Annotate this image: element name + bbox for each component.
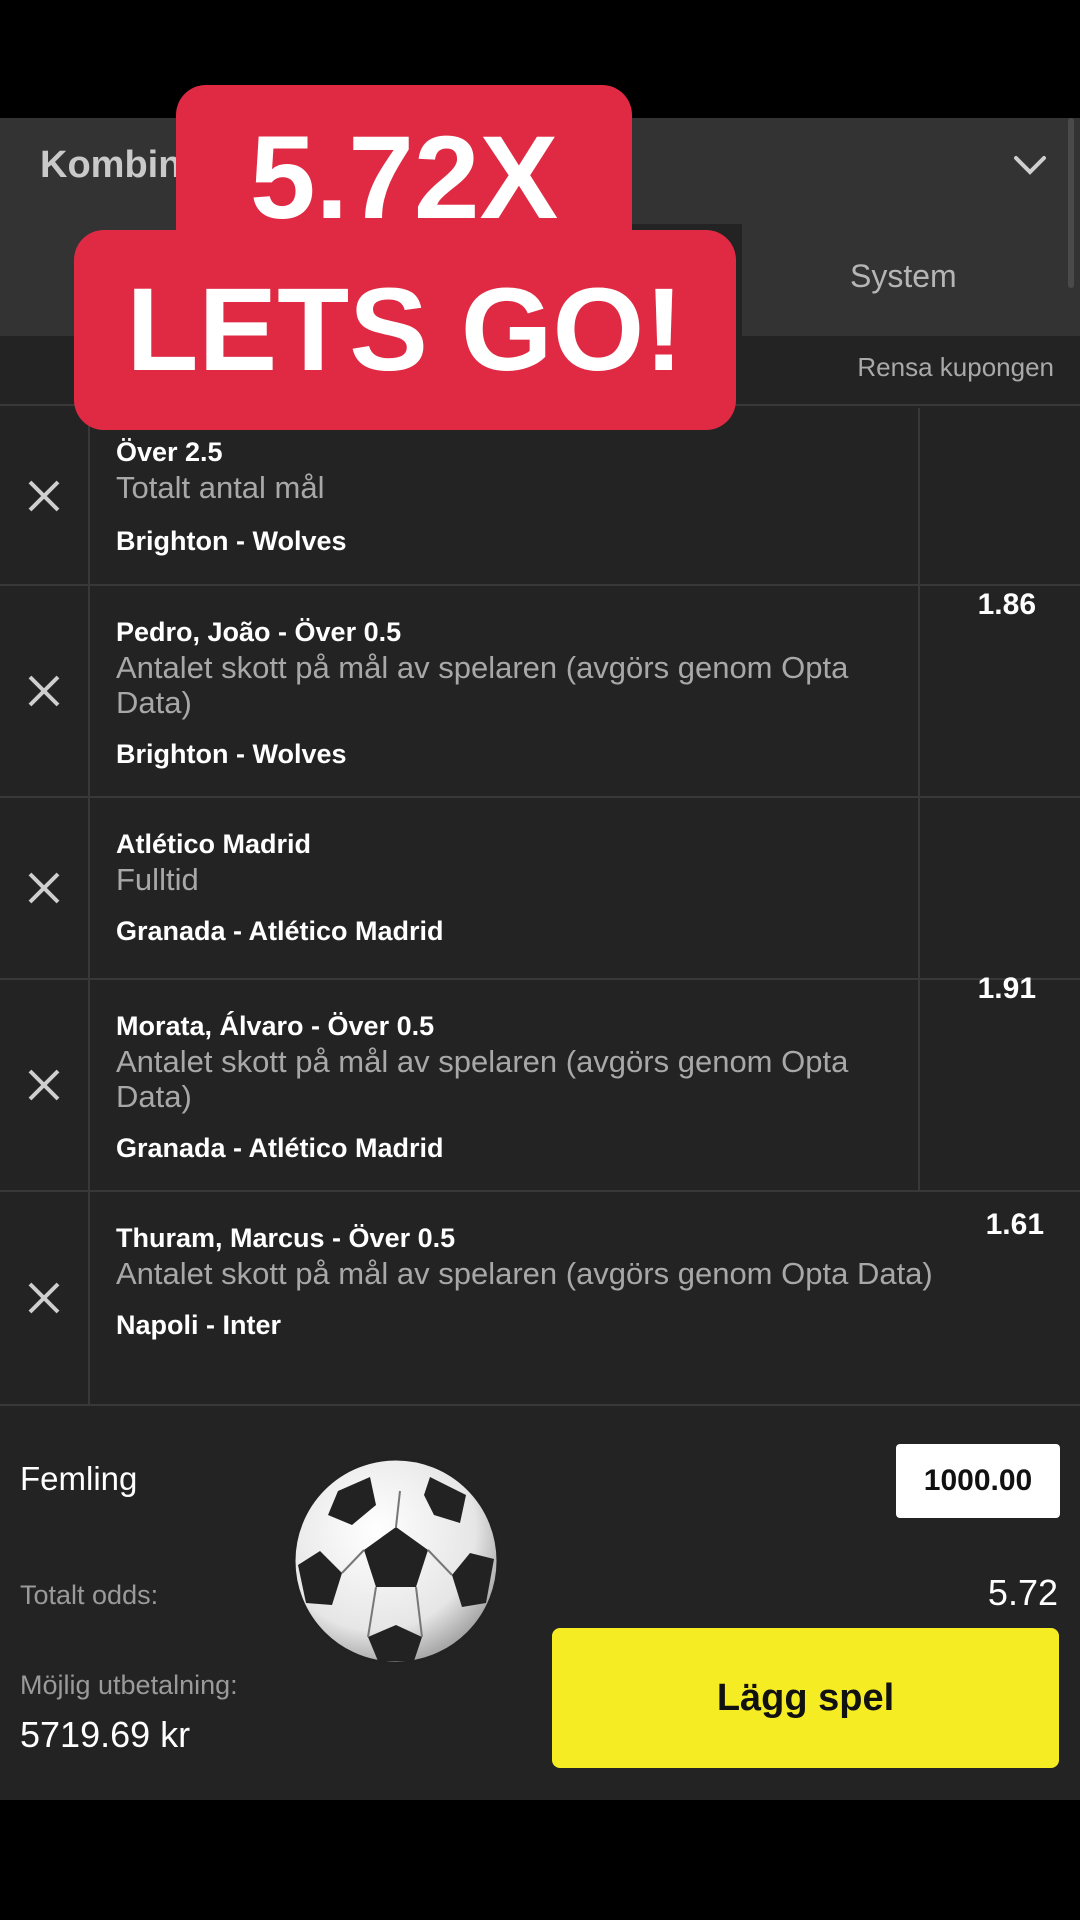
close-icon[interactable] — [24, 1065, 64, 1105]
selection-market: Antalet skott på mål av spelaren (avgörs… — [116, 650, 849, 720]
selection-title: Thuram, Marcus - Över 0.5 — [116, 1223, 456, 1253]
selection-match: Napoli - Inter — [116, 1310, 282, 1340]
selection-market: Fulltid — [116, 862, 199, 897]
bet-slip-title: Kombin — [40, 144, 182, 186]
selection-row: Pedro, João - Över 0.5 Antalet skott på … — [0, 584, 1080, 796]
stake-input[interactable]: 1000.00 — [896, 1444, 1060, 1518]
group-odds: 1.91 — [977, 972, 1036, 1005]
group-odds: 1.61 — [985, 1208, 1044, 1241]
payout-value: 5719.69 kr — [20, 1714, 191, 1755]
total-odds-label: Totalt odds: — [20, 1580, 159, 1610]
odds-group: Över 2.5 Totalt antal mål Brighton - Wol… — [0, 408, 1080, 798]
selection-row: Thuram, Marcus - Över 0.5 Antalet skott … — [0, 1192, 1080, 1404]
group-odds: 1.86 — [977, 588, 1036, 621]
selection-title: Över 2.5 — [116, 437, 223, 467]
scrollbar[interactable] — [1068, 118, 1074, 288]
caption-line-2: LETS GO! — [126, 264, 684, 396]
selection-match: Brighton - Wolves — [116, 739, 347, 769]
soccer-ball-icon — [290, 1455, 502, 1667]
odds-group: Thuram, Marcus - Över 0.5 Antalet skott … — [0, 1192, 1080, 1406]
selection-row: Över 2.5 Totalt antal mål Brighton - Wol… — [0, 408, 1080, 584]
bet-type-label: Femling — [20, 1460, 138, 1497]
selection-market: Totalt antal mål — [116, 470, 325, 505]
chevron-down-icon[interactable] — [1008, 143, 1052, 187]
clear-coupon-link[interactable]: Rensa kupongen — [857, 352, 1054, 383]
selection-title: Morata, Álvaro - Över 0.5 — [116, 1011, 435, 1041]
close-icon[interactable] — [24, 1278, 64, 1318]
caption-line-1: 5.72X — [249, 112, 559, 244]
selection-row: Morata, Álvaro - Över 0.5 Antalet skott … — [0, 978, 1080, 1190]
selection-title: Atlético Madrid — [116, 829, 312, 859]
close-icon[interactable] — [24, 671, 64, 711]
selections-list: Över 2.5 Totalt antal mål Brighton - Wol… — [0, 408, 1080, 1406]
selection-match: Brighton - Wolves — [116, 526, 347, 556]
selection-market: Antalet skott på mål av spelaren (avgörs… — [116, 1044, 849, 1114]
selection-market: Antalet skott på mål av spelaren (avgörs… — [116, 1256, 933, 1291]
selection-row: Atlético Madrid Fulltid Granada - Atléti… — [0, 798, 1080, 978]
close-icon[interactable] — [24, 476, 64, 516]
selection-match: Granada - Atlético Madrid — [116, 916, 444, 946]
total-odds-value: 5.72 — [987, 1572, 1058, 1613]
close-icon[interactable] — [24, 868, 64, 908]
place-bet-button[interactable]: Lägg spel — [552, 1628, 1059, 1768]
tab-system[interactable]: System — [850, 258, 957, 295]
payout-label: Möjlig utbetalning: — [20, 1670, 238, 1700]
selection-title: Pedro, João - Över 0.5 — [116, 617, 402, 647]
selection-match: Granada - Atlético Madrid — [116, 1133, 444, 1163]
odds-group: Atlético Madrid Fulltid Granada - Atléti… — [0, 798, 1080, 1192]
